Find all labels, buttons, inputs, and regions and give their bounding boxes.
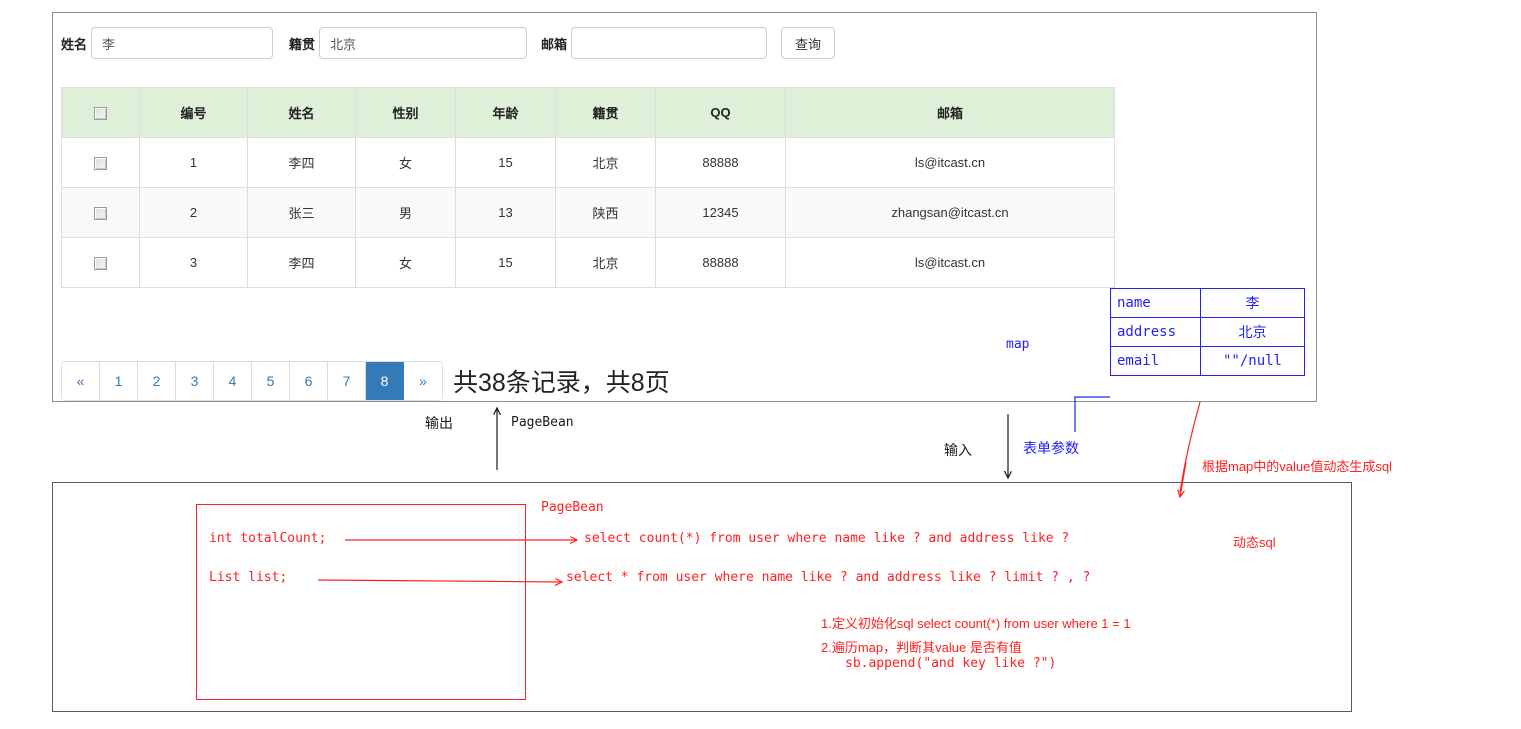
user-table: 编号 姓名 性别 年龄 籍贯 QQ 邮箱 1 李四 女 15 北京 88888 …	[61, 87, 1115, 288]
pagination-page-1[interactable]: 1	[100, 362, 138, 400]
cell-sex: 女	[355, 237, 456, 288]
table-row[interactable]: 1 李四 女 15 北京 88888 ls@itcast.cn	[61, 137, 1115, 188]
search-address-input[interactable]	[319, 27, 528, 59]
header-sex: 性别	[355, 87, 456, 138]
note-line-1: 1.定义初始化sql select count(*) from user whe…	[821, 616, 1131, 631]
header-email: 邮箱	[785, 87, 1115, 138]
input-type-label: 表单参数	[1023, 440, 1079, 456]
input-label: 输入	[944, 442, 972, 458]
map-key-address: address	[1110, 317, 1201, 347]
row-checkbox[interactable]	[94, 207, 107, 221]
cell-qq: 12345	[655, 187, 786, 238]
pagination-page-4[interactable]: 4	[214, 362, 252, 400]
dynamic-sql-label: 动态sql	[1233, 535, 1276, 550]
cell-address: 北京	[555, 237, 656, 288]
pagination-page-8[interactable]: 8	[366, 362, 404, 400]
cell-name: 李四	[247, 237, 356, 288]
map-connector-line	[1074, 396, 1110, 432]
header-name: 姓名	[247, 87, 356, 138]
name-field-group: 姓名	[61, 27, 274, 59]
pagination: « 1 2 3 4 5 6 7 8 »	[61, 361, 443, 401]
field-total-count: int totalCount;	[209, 531, 327, 546]
select-all-checkbox[interactable]	[94, 107, 107, 121]
cell-address: 北京	[555, 137, 656, 188]
table-row[interactable]: 2 张三 男 13 陕西 12345 zhangsan@itcast.cn	[61, 187, 1115, 238]
note-line-2: 2.遍历map，判断其value 是否有值	[821, 640, 1022, 655]
email-field-group: 邮箱	[541, 27, 768, 59]
address-label: 籍贯	[289, 36, 316, 52]
cell-qq: 88888	[655, 137, 786, 188]
cell-sex: 女	[355, 137, 456, 188]
map-annotation-label: map	[1006, 337, 1030, 352]
cell-age: 15	[455, 237, 556, 288]
pagination-page-7[interactable]: 7	[328, 362, 366, 400]
cell-id: 2	[139, 187, 248, 238]
page-root: 姓名 籍贯 邮箱 查询	[0, 0, 1521, 729]
sql-count-statement: select count(*) from user where name lik…	[584, 531, 1070, 546]
name-label: 姓名	[61, 36, 88, 52]
row-checkbox-cell	[61, 237, 140, 288]
pagination-page-3[interactable]: 3	[176, 362, 214, 400]
cell-qq: 88888	[655, 237, 786, 288]
pagebean-title: PageBean	[541, 500, 604, 515]
map-row: name 李	[1110, 288, 1305, 318]
field-list: List list;	[209, 570, 288, 585]
output-label: 输出	[425, 415, 453, 431]
dynamic-sql-connector	[1179, 401, 1201, 493]
cell-id: 3	[139, 237, 248, 288]
user-table-head: 编号 姓名 性别 年龄 籍贯 QQ 邮箱	[61, 87, 1115, 138]
map-key-name: name	[1110, 288, 1201, 318]
cell-name: 李四	[247, 137, 356, 188]
pagination-page-5[interactable]: 5	[252, 362, 290, 400]
cell-age: 13	[455, 187, 556, 238]
map-row: address 北京	[1110, 317, 1305, 347]
table-header-row: 编号 姓名 性别 年龄 籍贯 QQ 邮箱	[61, 87, 1115, 138]
dynamic-sql-note: 根据map中的value值动态生成sql	[1202, 459, 1392, 474]
map-value-name: 李	[1200, 288, 1305, 318]
header-age: 年龄	[455, 87, 556, 138]
address-field-group: 籍贯	[289, 27, 528, 59]
map-value-address: 北京	[1200, 317, 1305, 347]
pagination-page-2[interactable]: 2	[138, 362, 176, 400]
pagination-next[interactable]: »	[404, 362, 442, 400]
cell-name: 张三	[247, 187, 356, 238]
sql-select-statement: select * from user where name like ? and…	[566, 570, 1091, 585]
header-id: 编号	[139, 87, 248, 138]
cell-age: 15	[455, 137, 556, 188]
map-row: email ""/null	[1110, 346, 1305, 376]
map-key-email: email	[1110, 346, 1201, 376]
row-checkbox[interactable]	[94, 257, 107, 271]
query-button[interactable]: 查询	[781, 27, 836, 59]
cell-id: 1	[139, 137, 248, 188]
cell-sex: 男	[355, 187, 456, 238]
pagination-page-6[interactable]: 6	[290, 362, 328, 400]
row-checkbox-cell	[61, 187, 140, 238]
pagination-summary: 共38条记录，共8页	[453, 369, 670, 397]
search-email-input[interactable]	[571, 27, 768, 59]
output-type-label: PageBean	[511, 415, 574, 430]
select-all-header	[61, 87, 140, 138]
row-checkbox-cell	[61, 137, 140, 188]
search-name-input[interactable]	[91, 27, 274, 59]
pagination-row: « 1 2 3 4 5 6 7 8 » 共38条记录，共8页	[61, 361, 670, 401]
cell-email: zhangsan@itcast.cn	[785, 187, 1115, 238]
pagination-prev[interactable]: «	[62, 362, 100, 400]
user-table-body: 1 李四 女 15 北京 88888 ls@itcast.cn 2 张三 男 1…	[61, 137, 1115, 288]
search-form: 姓名 籍贯 邮箱 查询	[61, 25, 836, 61]
cell-email: ls@itcast.cn	[785, 137, 1115, 188]
row-checkbox[interactable]	[94, 157, 107, 171]
map-value-email: ""/null	[1200, 346, 1305, 376]
note-line-2-sub: sb.append("and key like ?")	[845, 656, 1057, 671]
table-row[interactable]: 3 李四 女 15 北京 88888 ls@itcast.cn	[61, 237, 1115, 288]
cell-address: 陕西	[555, 187, 656, 238]
map-annotation-table: name 李 address 北京 email ""/null	[1110, 288, 1305, 376]
cell-email: ls@itcast.cn	[785, 237, 1115, 288]
header-qq: QQ	[655, 87, 786, 138]
header-address: 籍贯	[555, 87, 656, 138]
email-label: 邮箱	[541, 36, 568, 52]
